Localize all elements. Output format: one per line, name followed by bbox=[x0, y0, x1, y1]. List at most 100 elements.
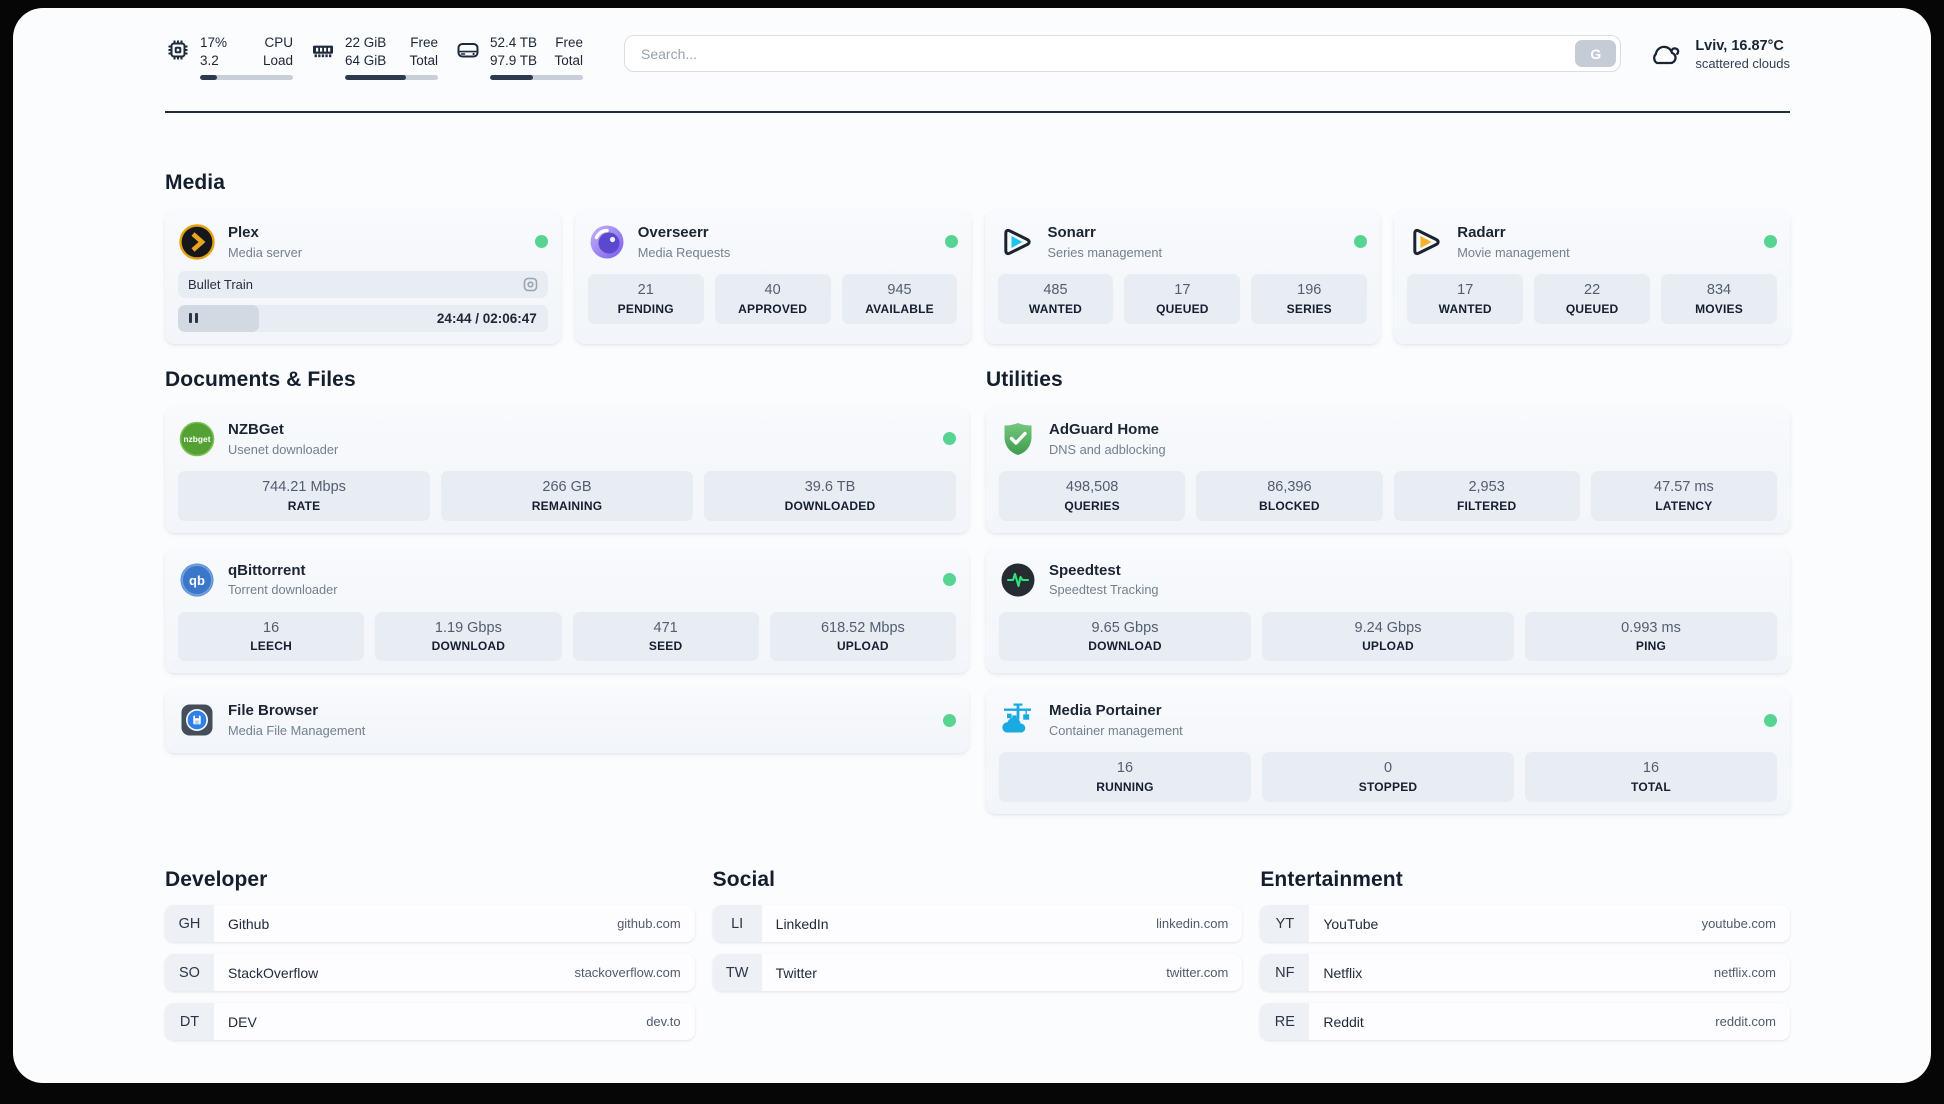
weather-location-temp: Lviv, 16.87°C bbox=[1695, 38, 1784, 54]
card-text-nzbget: NZBGet Usenet downloader bbox=[228, 421, 338, 457]
section-title-utilities: Utilities bbox=[986, 367, 1063, 391]
status-dot bbox=[1764, 713, 1777, 727]
stats-nzbget: 744.21 Mbps RATE 266 GB REMAINING 39.6 TB D… bbox=[178, 470, 956, 521]
status-dot bbox=[1354, 235, 1368, 249]
search-input[interactable] bbox=[624, 35, 1622, 72]
plex-playback-progress: 24:44 / 02:06:47 bbox=[178, 304, 548, 332]
stats-radarr: 17 WANTED 22 QUEUED 834 MOVIES bbox=[1407, 273, 1777, 324]
bookmark-url: github.com bbox=[617, 916, 681, 932]
card-text-qbittorrent: qBittorrent Torrent downloader bbox=[228, 562, 338, 598]
service-card-speedtest[interactable]: Speedtest Speedtest Tracking 9.65 Gbps DO… bbox=[986, 547, 1790, 674]
sonarr-icon bbox=[1003, 228, 1031, 255]
bookmark-url: reddit.com bbox=[1715, 1014, 1776, 1030]
stats-sonarr: 485 WANTED 17 QUEUED 196 SERIES bbox=[997, 273, 1368, 324]
bookmark-url: stackoverflow.com bbox=[574, 965, 681, 981]
bookmark-stackoverflow[interactable]: SO StackOverflow stackoverflow.com bbox=[165, 954, 695, 992]
svg-text:qb: qb bbox=[189, 573, 205, 588]
stat-label: LATENCY bbox=[1655, 498, 1713, 513]
plex-icon bbox=[179, 223, 215, 260]
service-card-plex[interactable]: Plex Media server Bullet Train 24:44 / 0… bbox=[165, 209, 561, 344]
card-head-overseerr: Overseerr Media Requests bbox=[588, 221, 958, 263]
stat-box: 266 GB REMAINING bbox=[441, 470, 693, 521]
bookmark-netflix[interactable]: NF Netflix netflix.com bbox=[1260, 954, 1790, 992]
bookmark-abbr: SO bbox=[165, 954, 214, 992]
service-name: Plex bbox=[228, 223, 259, 241]
stat-box: 17 QUEUED bbox=[1124, 273, 1241, 324]
memory-labels: Free Total bbox=[409, 34, 438, 70]
portainer-icon bbox=[1002, 703, 1031, 733]
stat-value: 39.6 TB bbox=[804, 478, 856, 495]
stat-box: 1.19 Gbps DOWNLOAD bbox=[375, 611, 562, 662]
stat-label: WANTED bbox=[1438, 301, 1492, 316]
bookmark-name: DEV bbox=[228, 1013, 257, 1030]
stat-value: 0 bbox=[1383, 760, 1393, 777]
top-bar: 17% 3.2 CPU Load 22 GiB 64 GiB Free Tota… bbox=[165, 34, 1790, 80]
filebrowser-icon bbox=[181, 704, 213, 736]
disk-progress-track bbox=[490, 75, 583, 80]
cpu-label-2: Load bbox=[262, 53, 293, 69]
status-dot bbox=[534, 235, 548, 249]
social-list: LI LinkedIn linkedin.com TW Twitter twit… bbox=[712, 905, 1243, 992]
bookmarks-area: Developer GH Github github.com SO StackO… bbox=[165, 868, 1790, 1041]
bookmark-url: dev.to bbox=[646, 1014, 681, 1030]
card-text-adguard: AdGuard Home DNS and adblocking bbox=[1049, 421, 1166, 457]
stat-box: 86,396 BLOCKED bbox=[1196, 470, 1383, 521]
service-card-overseerr[interactable]: Overseerr Media Requests 21 PENDING 40 APP… bbox=[574, 209, 971, 344]
bookmark-abbr: DT bbox=[165, 1003, 214, 1041]
service-card-sonarr[interactable]: Sonarr Series management 485 WANTED 17 QUE… bbox=[984, 209, 1381, 344]
radarr-icon bbox=[1413, 228, 1440, 255]
card-head-radarr: Radarr Movie management bbox=[1407, 221, 1777, 263]
stat-value: 266 GB bbox=[542, 478, 592, 495]
card-head-plex: Plex Media server bbox=[178, 221, 548, 263]
pause-icon-bar bbox=[195, 313, 198, 324]
bookmark-abbr: RE bbox=[1260, 1003, 1310, 1041]
bookmark-url: linkedin.com bbox=[1156, 916, 1229, 932]
bookmark-reddit[interactable]: RE Reddit reddit.com bbox=[1260, 1003, 1790, 1041]
middle-columns: Documents & Files nzbget NZBGet Usenet d… bbox=[165, 368, 1790, 815]
service-card-radarr[interactable]: Radarr Movie management 17 WANTED 22 QUEUE… bbox=[1394, 209, 1790, 344]
playback-time: 24:44 / 02:06:47 bbox=[436, 310, 537, 326]
stat-value: 1.19 Gbps bbox=[434, 619, 502, 636]
stat-label: SEED bbox=[648, 639, 683, 654]
cpu-loadavg: 3.2 bbox=[200, 53, 219, 69]
service-card-portainer[interactable]: Media Portainer Container management 16 R… bbox=[986, 688, 1790, 815]
card-head-sonarr: Sonarr Series management bbox=[998, 221, 1368, 263]
stat-box: 196 SERIES bbox=[1251, 273, 1368, 324]
service-card-adguard[interactable]: AdGuard Home DNS and adblocking 498,508 Q… bbox=[986, 406, 1790, 533]
weather-widget[interactable]: Lviv, 16.87°C scattered clouds bbox=[1647, 36, 1790, 73]
stat-label: QUEUED bbox=[1156, 301, 1209, 316]
memory-total: 64 GiB bbox=[345, 53, 387, 69]
bookmark-name: Github bbox=[228, 915, 270, 932]
stat-box: 471 SEED bbox=[572, 611, 759, 662]
bookmark-github[interactable]: GH Github github.com bbox=[165, 905, 695, 943]
bookmark-group-entertainment: Entertainment YT YouTube youtube.com NF … bbox=[1260, 868, 1790, 1041]
bookmark-twitter[interactable]: TW Twitter twitter.com bbox=[712, 954, 1243, 992]
bookmark-youtube[interactable]: YT YouTube youtube.com bbox=[1260, 905, 1790, 943]
service-card-qbittorrent[interactable]: qb qBittorrent Torrent downloader 16 LEEC… bbox=[165, 547, 969, 674]
media-grid: Plex Media server Bullet Train 24:44 / 0… bbox=[165, 209, 1790, 344]
service-description: Usenet downloader bbox=[228, 441, 339, 457]
stat-box: 2,953 FILTERED bbox=[1393, 470, 1580, 521]
bookmark-name: Netflix bbox=[1323, 964, 1363, 981]
stat-value: 945 bbox=[887, 281, 912, 298]
memory-widget: 22 GiB 64 GiB Free Total bbox=[310, 34, 438, 80]
cast-icon bbox=[523, 277, 538, 291]
stat-value: 16 bbox=[1116, 760, 1134, 777]
stat-value: 618.52 Mbps bbox=[820, 619, 905, 636]
search-provider-button[interactable]: G bbox=[1575, 40, 1617, 67]
weather-condition: scattered clouds bbox=[1695, 56, 1790, 72]
stat-value: 40 bbox=[764, 281, 781, 298]
bookmark-linkedin[interactable]: LI LinkedIn linkedin.com bbox=[712, 905, 1243, 943]
bookmark-dev[interactable]: DT DEV dev.to bbox=[165, 1003, 695, 1041]
stat-label: MOVIES bbox=[1695, 301, 1743, 316]
section-title-entertainment: Entertainment bbox=[1260, 868, 1403, 892]
stat-value: 9.24 Gbps bbox=[1354, 619, 1422, 636]
service-description: Torrent downloader bbox=[228, 582, 338, 598]
stat-value: 47.57 ms bbox=[1654, 478, 1714, 495]
service-card-filebrowser[interactable]: File Browser Media File Management bbox=[165, 688, 969, 754]
bookmark-name: Reddit bbox=[1323, 1013, 1364, 1030]
service-card-nzbget[interactable]: nzbget NZBGet Usenet downloader 744.21 M… bbox=[165, 406, 969, 533]
stat-label: APPROVED bbox=[738, 301, 808, 316]
stat-label: REMAINING bbox=[531, 498, 603, 513]
stat-label: UPLOAD bbox=[836, 639, 889, 654]
